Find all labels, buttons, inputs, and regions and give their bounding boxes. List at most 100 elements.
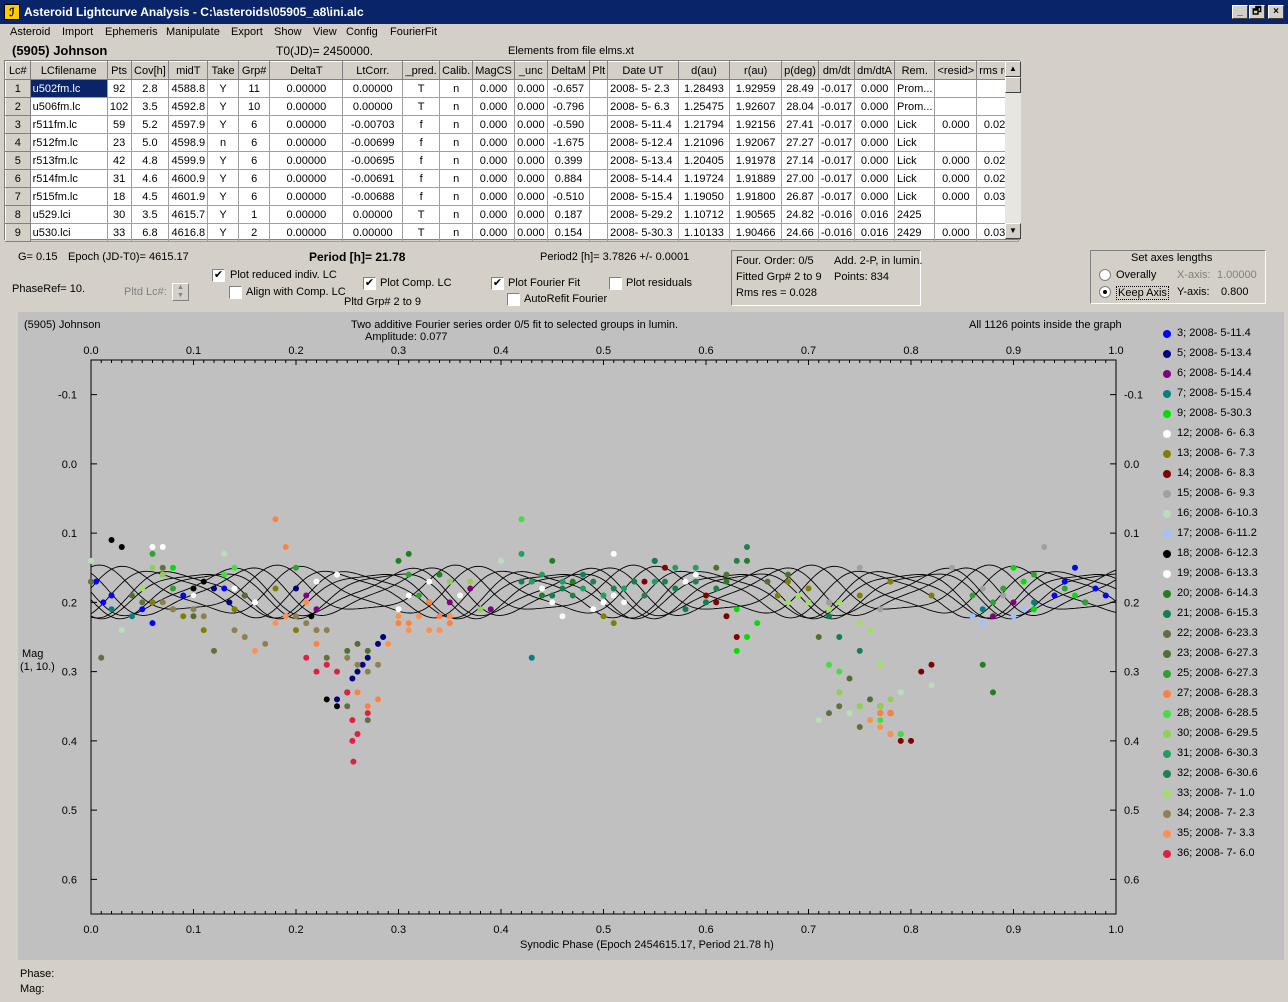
x-tick-label-bottom: 0.4 xyxy=(493,924,508,936)
data-point xyxy=(375,640,381,647)
legend-marker xyxy=(1163,530,1171,538)
data-point xyxy=(323,654,330,661)
data-point xyxy=(303,620,310,627)
data-point xyxy=(426,578,433,585)
data-point xyxy=(826,661,832,668)
data-point xyxy=(395,606,402,613)
data-point xyxy=(836,689,843,696)
data-point xyxy=(518,516,525,523)
data-point xyxy=(856,724,863,731)
legend-marker xyxy=(1163,830,1171,838)
data-point xyxy=(979,585,986,592)
x-tick-label-bottom: 0.1 xyxy=(186,924,201,936)
data-point xyxy=(477,606,484,613)
data-point xyxy=(100,599,107,606)
data-point xyxy=(108,537,115,544)
legend-label: 7; 2008- 5-15.4 xyxy=(1177,387,1252,399)
data-point xyxy=(303,599,310,606)
data-point xyxy=(1082,599,1089,606)
legend-marker xyxy=(1163,510,1171,518)
data-point xyxy=(262,640,269,647)
data-point xyxy=(200,613,207,620)
data-point xyxy=(723,613,730,620)
data-point xyxy=(354,730,361,737)
data-point xyxy=(170,606,176,613)
data-point xyxy=(641,578,648,585)
data-point xyxy=(436,627,443,634)
data-point xyxy=(118,543,125,550)
data-point xyxy=(282,543,289,550)
data-point xyxy=(815,634,822,640)
legend-marker xyxy=(1163,430,1171,438)
data-point xyxy=(692,578,699,585)
legend-item: 17; 2008- 6-11.2 xyxy=(1163,527,1257,539)
y-tick-label-right: 0.5 xyxy=(1124,805,1139,817)
data-point xyxy=(159,564,166,571)
data-point xyxy=(405,592,412,599)
y-tick-label-left: 0.4 xyxy=(62,736,77,748)
data-point xyxy=(129,613,135,620)
data-point xyxy=(354,668,361,675)
data-point xyxy=(149,550,156,557)
data-point xyxy=(600,599,607,606)
data-point xyxy=(744,557,750,564)
legend-marker xyxy=(1163,330,1171,338)
legend-item: 18; 2008- 6-12.3 xyxy=(1163,547,1258,559)
data-point xyxy=(805,599,812,606)
legend-item: 32; 2008- 6-30.6 xyxy=(1163,767,1258,779)
data-point xyxy=(364,647,371,654)
x-tick-label-bottom: 0.2 xyxy=(288,924,303,936)
data-point xyxy=(354,689,361,696)
data-point xyxy=(908,737,914,744)
data-point xyxy=(293,627,299,634)
y-tick-label-right: 0.4 xyxy=(1124,736,1139,748)
data-point xyxy=(518,578,525,585)
data-point xyxy=(349,717,356,724)
legend-marker xyxy=(1163,350,1171,358)
data-point xyxy=(733,557,740,564)
status-mag: Mag: xyxy=(20,983,45,995)
legend-marker xyxy=(1163,810,1171,818)
data-point xyxy=(170,585,176,592)
data-point xyxy=(231,627,238,634)
data-point xyxy=(436,613,443,620)
data-point xyxy=(621,585,627,592)
data-point xyxy=(426,599,433,606)
legend-item: 13; 2008- 6- 7.3 xyxy=(1163,447,1255,459)
legend-marker xyxy=(1163,670,1171,678)
data-point xyxy=(856,592,863,599)
data-point xyxy=(733,634,740,640)
data-point xyxy=(826,613,832,620)
data-point xyxy=(344,689,351,696)
legend-item: 6; 2008- 5-14.4 xyxy=(1163,367,1252,379)
data-point xyxy=(815,717,822,724)
data-point xyxy=(590,606,597,613)
data-point xyxy=(887,710,894,717)
legend-label: 22; 2008- 6-23.3 xyxy=(1177,627,1258,639)
legend-marker xyxy=(1163,770,1171,778)
legend-marker xyxy=(1163,450,1171,458)
data-point xyxy=(252,647,258,654)
legend-label: 34; 2008- 7- 2.3 xyxy=(1177,807,1255,819)
data-point xyxy=(416,613,422,620)
data-point xyxy=(569,578,576,585)
data-point xyxy=(88,578,94,585)
legend-marker xyxy=(1163,390,1171,398)
data-point xyxy=(1010,564,1017,571)
data-point xyxy=(549,592,556,599)
data-point xyxy=(1061,585,1068,592)
legend-label: 30; 2008- 6-29.5 xyxy=(1177,727,1258,739)
data-point xyxy=(559,585,566,592)
data-point xyxy=(887,578,894,585)
data-point xyxy=(149,564,156,571)
legend-marker xyxy=(1163,370,1171,378)
legend-label: 16; 2008- 6-10.3 xyxy=(1177,507,1258,519)
data-point xyxy=(467,585,474,592)
data-point xyxy=(528,578,535,585)
legend-item: 31; 2008- 6-30.3 xyxy=(1163,747,1258,759)
data-point xyxy=(231,606,238,613)
x-tick-label-bottom: 0.0 xyxy=(83,924,98,936)
data-point xyxy=(334,696,340,703)
y-tick-label-right: -0.1 xyxy=(1124,390,1143,402)
legend-item: 14; 2008- 6- 8.3 xyxy=(1163,467,1255,479)
